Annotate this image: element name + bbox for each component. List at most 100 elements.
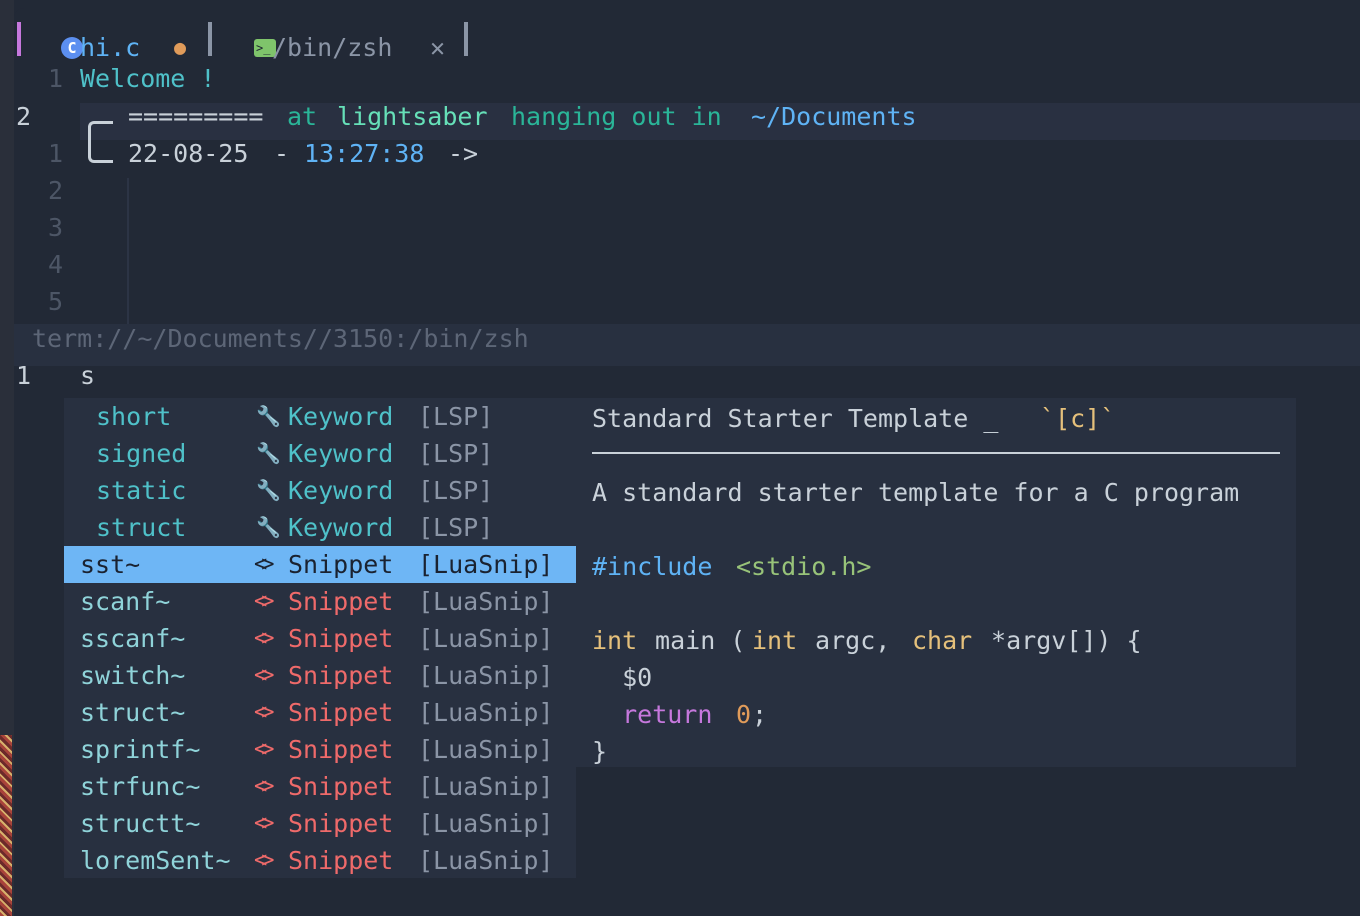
completion-kind: Keyword — [288, 476, 394, 505]
completion-kind: Snippet — [288, 846, 394, 875]
snippet-icon: <> — [254, 811, 274, 836]
completion-word: sprintf~ — [80, 735, 201, 764]
code-type: int — [592, 626, 638, 655]
completion-word: loremSent~ — [80, 846, 231, 875]
completion-kind: Keyword — [288, 402, 394, 431]
code-header: <stdio.h> — [736, 552, 872, 581]
completion-source: [LuaSnip] — [418, 772, 554, 801]
snippet-icon: <> — [254, 700, 274, 725]
completion-word: structt~ — [80, 809, 201, 838]
completion-item[interactable]: struct~ <> Snippet [LuaSnip] — [64, 694, 576, 731]
completion-word: struct~ — [80, 698, 186, 727]
docs-title: Standard Starter Template _ — [592, 404, 999, 433]
completion-kind: Snippet — [288, 550, 394, 579]
completion-item[interactable]: sst~ <> Snippet [LuaSnip] — [64, 546, 576, 583]
typed-text[interactable]: s — [80, 357, 95, 394]
active-tab-marker — [17, 22, 21, 56]
prompt-hostname: lightsaber — [337, 102, 488, 131]
snippet-icon: <> — [254, 848, 274, 873]
completion-item[interactable]: sscanf~ <> Snippet [LuaSnip] — [64, 620, 576, 657]
completion-kind: Keyword — [288, 513, 394, 542]
completion-item[interactable]: structt~ <> Snippet [LuaSnip] — [64, 805, 576, 842]
code-close-brace: } — [592, 737, 608, 766]
wrench-icon: 🔧 — [256, 515, 281, 539]
code-main: main ( — [640, 626, 746, 655]
desktop-wallpaper-edge — [0, 735, 12, 916]
prompt-at: at — [287, 102, 318, 131]
completion-item[interactable]: static 🔧 Keyword [LSP] — [64, 472, 576, 509]
completion-item[interactable]: sprintf~ <> Snippet [LuaSnip] — [64, 731, 576, 768]
completion-item[interactable]: strfunc~ <> Snippet [LuaSnip] — [64, 768, 576, 805]
completion-word: sscanf~ — [80, 624, 186, 653]
completion-source: [LuaSnip] — [418, 846, 554, 875]
completion-kind: Snippet — [288, 698, 394, 727]
line-number: 1 — [48, 64, 64, 93]
completion-kind: Snippet — [288, 809, 394, 838]
completion-kind: Snippet — [288, 661, 394, 690]
completion-word: struct — [96, 513, 187, 542]
tab-bin-zsh[interactable]: /bin/zsh — [272, 29, 392, 66]
line-number: 1 — [16, 361, 32, 390]
tab-separator — [464, 22, 468, 56]
code-argv: *argv[]) { — [976, 626, 1142, 655]
completion-source: [LuaSnip] — [418, 809, 554, 838]
completion-source: [LuaSnip] — [418, 661, 554, 690]
completion-source: [LSP] — [418, 476, 494, 505]
completion-docs: Standard Starter Template _ `[c]` A stan… — [576, 398, 1296, 767]
completion-kind: Snippet — [288, 624, 394, 653]
completion-kind: Snippet — [288, 735, 394, 764]
snippet-icon: <> — [254, 737, 274, 762]
editor-line-text: Welcome ! — [80, 64, 216, 93]
prompt-dash: - — [274, 139, 290, 168]
prompt-date: 22-08-25 — [128, 139, 249, 168]
docs-lang-tag: `[c]` — [1040, 404, 1116, 433]
prompt-arrow: -> — [448, 139, 479, 168]
completion-source: [LSP] — [418, 439, 494, 468]
completion-word: strfunc~ — [80, 772, 201, 801]
completion-item[interactable]: short 🔧 Keyword [LSP] — [64, 398, 576, 435]
code-type: int — [752, 626, 798, 655]
docs-divider — [592, 452, 1280, 454]
indent-guide — [127, 178, 129, 324]
line-number: 2 — [48, 176, 64, 205]
line-number: 1 — [48, 139, 64, 168]
wrench-icon: 🔧 — [256, 404, 281, 428]
completion-item[interactable]: struct 🔧 Keyword [LSP] — [64, 509, 576, 546]
code-include: #include — [592, 552, 713, 581]
code-placeholder: $0 — [592, 659, 652, 696]
completion-item[interactable]: switch~ <> Snippet [LuaSnip] — [64, 657, 576, 694]
completion-source: [LSP] — [418, 513, 494, 542]
close-tab-icon[interactable]: ✕ — [430, 29, 445, 66]
completion-item[interactable]: loremSent~ <> Snippet [LuaSnip] — [64, 842, 576, 879]
tabline — [14, 20, 1360, 64]
code-semicolon: ; — [752, 700, 768, 729]
line-number: 4 — [48, 250, 64, 279]
code-type: char — [912, 626, 973, 655]
prompt-bracket — [88, 121, 113, 163]
completion-item[interactable]: scanf~ <> Snippet [LuaSnip] — [64, 583, 576, 620]
code-placeholder-text: $0 — [592, 663, 653, 692]
snippet-icon: <> — [254, 552, 274, 577]
line-number: 3 — [48, 213, 64, 242]
completion-source: [LuaSnip] — [418, 735, 554, 764]
tab-separator — [208, 22, 212, 56]
neovim-window: C hi.c ● >_ /bin/zsh ✕ 1 Welcome ! 2 ===… — [14, 8, 1360, 916]
completion-source: [LuaSnip] — [418, 624, 554, 653]
statusline-path: term://~/Documents//3150:/bin/zsh — [32, 324, 529, 353]
snippet-icon: <> — [254, 589, 274, 614]
prompt-hanging: hanging out in — [511, 102, 722, 131]
snippet-icon: <> — [254, 774, 274, 799]
completion-word: signed — [96, 439, 187, 468]
completion-kind: Keyword — [288, 439, 394, 468]
prompt-separator: ========= — [128, 102, 264, 131]
wrench-icon: 🔧 — [256, 441, 281, 465]
completion-word: short — [96, 402, 172, 431]
completion-item[interactable]: signed 🔧 Keyword [LSP] — [64, 435, 576, 472]
docs-description: A standard starter template for a C prog… — [592, 478, 1240, 507]
completion-source: [LuaSnip] — [418, 698, 554, 727]
completion-word: static — [96, 476, 187, 505]
prompt-path: ~/Documents — [751, 102, 917, 131]
line-number: 5 — [48, 287, 64, 316]
completion-kind: Snippet — [288, 772, 394, 801]
snippet-icon: <> — [254, 626, 274, 651]
